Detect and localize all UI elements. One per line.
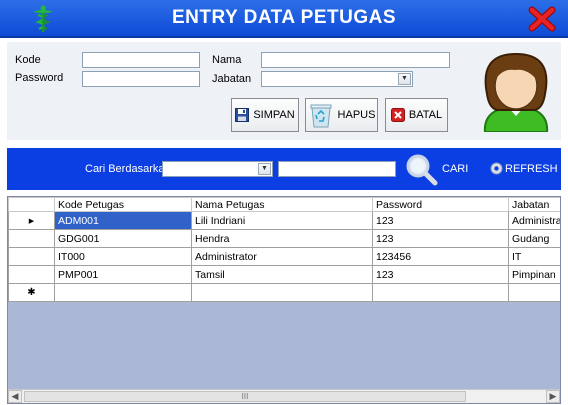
scroll-thumb[interactable]: III [24, 391, 466, 402]
batal-label: BATAL [408, 109, 443, 121]
refresh-gear-icon[interactable] [490, 162, 503, 175]
table-cell[interactable]: 123456 [372, 247, 509, 266]
nama-label: Nama [212, 54, 242, 66]
table-cell[interactable]: PMP001 [54, 265, 192, 284]
refresh-button[interactable]: REFRESH [505, 163, 558, 175]
nama-field[interactable] [261, 52, 450, 68]
search-input[interactable] [278, 161, 396, 177]
row-header [8, 229, 55, 248]
table-cell[interactable]: 123 [372, 265, 509, 284]
table-cell[interactable]: GDG001 [54, 229, 192, 248]
window-title: ENTRY DATA PETUGAS [172, 7, 396, 28]
table-row[interactable]: PMP001 Tamsil 123 Pimpinan [8, 265, 560, 284]
title-bar: ENTRY DATA PETUGAS [0, 0, 568, 38]
table-cell[interactable]: Administrator [191, 247, 373, 266]
search-bar: Cari Berdasarkan ▼ CARI REFRESH [7, 148, 561, 190]
current-row-indicator: ▶ [8, 211, 55, 230]
row-header-corner [8, 197, 55, 212]
scroll-left-arrow-icon[interactable]: ◀ [8, 390, 22, 403]
password-field[interactable] [82, 71, 200, 87]
petugas-data-grid[interactable]: Kode Petugas Nama Petugas Password Jabat… [7, 196, 561, 404]
close-x-icon[interactable] [528, 6, 556, 32]
table-row[interactable]: GDG001 Hendra 123 Gudang [8, 229, 560, 248]
scroll-right-arrow-icon[interactable]: ▶ [546, 390, 560, 403]
column-header-password[interactable]: Password [372, 197, 509, 212]
entry-form-panel: Kode Password Nama Jabatan ▼ SIMPAN HAPU… [7, 42, 561, 140]
column-header-jabatan[interactable]: Jabatan [508, 197, 560, 212]
simpan-button[interactable]: SIMPAN [231, 98, 299, 132]
cari-berdasarkan-label: Cari Berdasarkan [85, 163, 171, 175]
table-cell[interactable] [508, 283, 560, 302]
kode-label: Kode [15, 54, 41, 66]
magnifier-icon[interactable] [404, 152, 438, 186]
user-avatar-icon [483, 52, 549, 132]
horizontal-scrollbar[interactable]: ◀ III ▶ [8, 389, 560, 403]
petugas-table: Kode Petugas Nama Petugas Password Jabat… [8, 197, 560, 302]
table-header-row: Kode Petugas Nama Petugas Password Jabat… [8, 197, 560, 212]
floppy-disk-icon [235, 108, 250, 122]
column-header-kode-petugas[interactable]: Kode Petugas [54, 197, 192, 212]
table-row[interactable]: ▶ ADM001 Lili Indriani 123 Administrasi [8, 211, 560, 230]
simpan-label: SIMPAN [253, 109, 295, 121]
row-header [8, 265, 55, 284]
column-header-nama-petugas[interactable]: Nama Petugas [191, 197, 373, 212]
red-x-icon [390, 108, 405, 122]
table-cell[interactable]: Gudang [508, 229, 560, 248]
table-cell[interactable]: 123 [372, 229, 509, 248]
table-cell[interactable]: Lili Indriani [191, 211, 373, 230]
hapus-label: HAPUS [337, 109, 376, 121]
table-row[interactable]: IT000 Administrator 123456 IT [8, 247, 560, 266]
table-cell[interactable] [54, 283, 192, 302]
table-cell[interactable]: Administrasi [508, 211, 560, 230]
recycle-bin-icon [310, 104, 332, 128]
table-cell[interactable]: 123 [372, 211, 509, 230]
search-field-combobox[interactable]: ▼ [162, 161, 273, 177]
kode-field[interactable] [82, 52, 200, 68]
table-cell[interactable]: IT000 [54, 247, 192, 266]
entry-data-petugas-window: ENTRY DATA PETUGAS Kode Password Nama Ja… [0, 0, 568, 405]
password-label: Password [15, 72, 64, 84]
table-cell[interactable]: IT [508, 247, 560, 266]
table-cell[interactable]: ADM001 [54, 211, 192, 230]
table-cell[interactable]: Hendra [191, 229, 373, 248]
new-row-indicator: ✱ [8, 283, 55, 302]
jabatan-combobox[interactable]: ▼ [261, 71, 413, 87]
cari-button[interactable]: CARI [442, 163, 468, 175]
jabatan-label: Jabatan [212, 73, 252, 85]
row-header [8, 247, 55, 266]
new-row[interactable]: ✱ [8, 283, 560, 302]
table-cell[interactable] [372, 283, 509, 302]
hapus-button[interactable]: HAPUS [305, 98, 378, 132]
chevron-down-icon[interactable]: ▼ [258, 163, 271, 175]
table-cell[interactable]: Tamsil [191, 265, 373, 284]
batal-button[interactable]: BATAL [385, 98, 448, 132]
table-cell[interactable]: Pimpinan [508, 265, 560, 284]
table-cell[interactable] [191, 283, 373, 302]
chevron-down-icon[interactable]: ▼ [398, 73, 411, 85]
